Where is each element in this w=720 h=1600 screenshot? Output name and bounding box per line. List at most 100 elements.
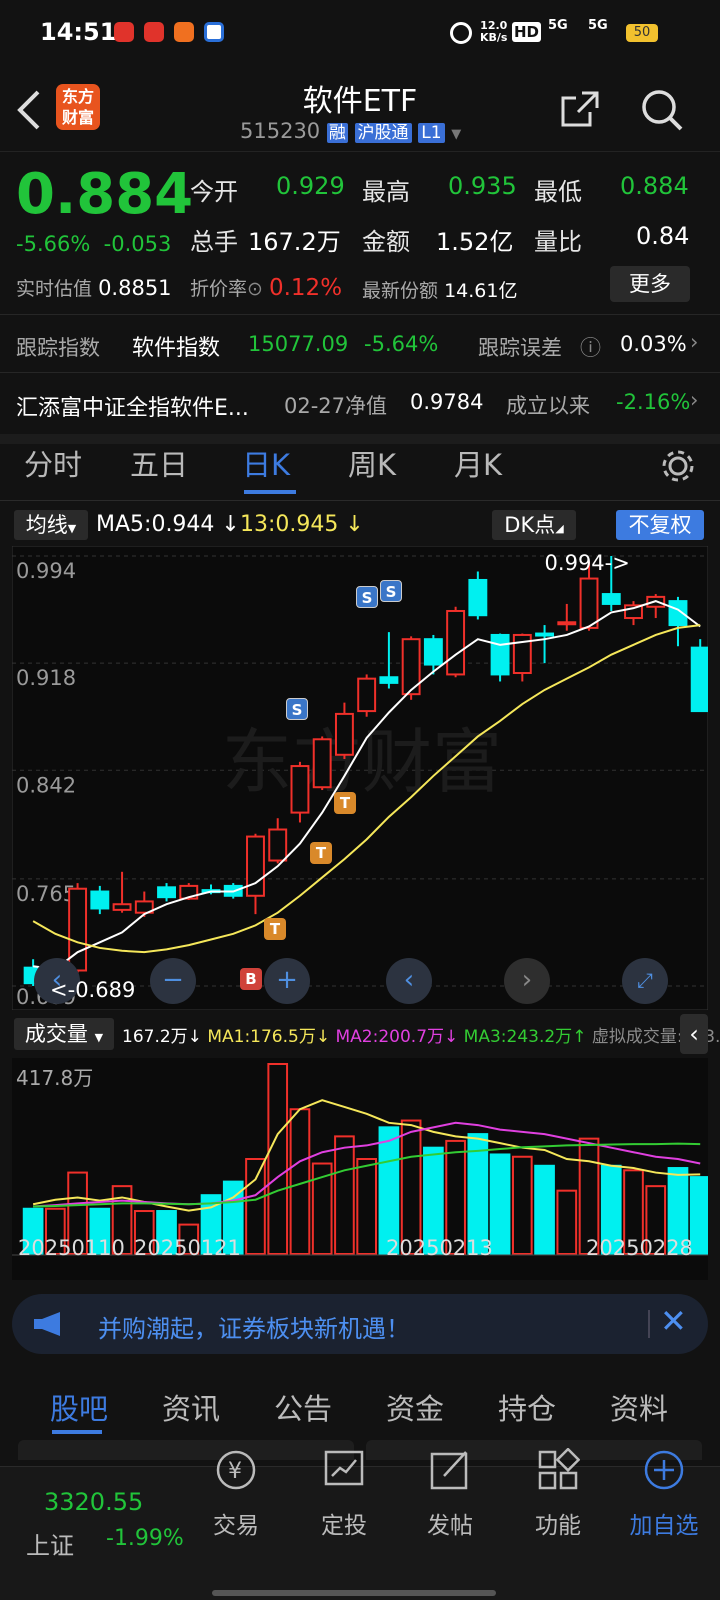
ma13-legend: 13:0.945 ↓: [240, 512, 364, 537]
low-label: 最低: [534, 178, 582, 206]
tab-weekly-k[interactable]: 周K: [348, 442, 396, 484]
zoom-in-icon[interactable]: +: [264, 958, 310, 1004]
date-tick: 20250228: [586, 1236, 693, 1260]
volume-max-label: 417.8万: [16, 1066, 94, 1090]
estimate-row: 实时估值 0.8851: [16, 274, 172, 301]
tracking-index-pct: -5.64%: [364, 332, 439, 356]
candle: [112, 903, 132, 911]
volume-legend: 167.2万↓ MA1:176.5万↓ MA2:200.7万↓ MA3:243.…: [122, 1022, 720, 1047]
candle: [490, 633, 510, 676]
share-row: 最新份额 14.61亿: [362, 276, 517, 303]
amount-label: 金额: [362, 228, 410, 256]
connect-tag: 沪股通: [354, 123, 412, 143]
pan-left-icon[interactable]: ‹: [386, 958, 432, 1004]
header: 东方 财富 软件ETF 515230 融 沪股通 L1 ▼: [0, 64, 720, 152]
candle: [312, 738, 332, 789]
home-indicator: [212, 1590, 496, 1596]
news-tabs: 股吧 资讯 公告 资金 持仓 资料: [0, 1366, 720, 1446]
fullscreen-icon[interactable]: ⤢: [622, 958, 668, 1004]
tab-capital[interactable]: 资金: [386, 1386, 444, 1428]
info-icon[interactable]: ⊙: [247, 278, 263, 300]
share-notification-icon: [174, 22, 194, 42]
candlestick-chart[interactable]: 0.9940.9180.8420.7650.689 东方财富 0.994->: [12, 546, 708, 1010]
tab-holdings[interactable]: 持仓: [498, 1386, 556, 1428]
megaphone-icon: [34, 1312, 60, 1336]
post-button[interactable]: 发帖: [400, 1448, 500, 1540]
help-icon[interactable]: ⓘ: [580, 332, 601, 362]
functions-button[interactable]: 功能: [508, 1447, 608, 1540]
candle: [690, 646, 708, 713]
banner-text: 并购潮起，证券板块新机遇！: [98, 1315, 410, 1343]
zoom-out-icon[interactable]: −: [150, 958, 196, 1004]
t-signal[interactable]: T: [264, 918, 286, 940]
tracking-error-value: 0.03%: [620, 332, 687, 356]
settings-gear-icon[interactable]: [660, 448, 696, 484]
volume-bar: [334, 1135, 355, 1255]
buy-signal[interactable]: B: [240, 968, 262, 990]
candle: [557, 621, 577, 626]
adjust-type-button[interactable]: 不复权: [616, 510, 704, 540]
pan-right-icon[interactable]: ›: [504, 958, 550, 1004]
dk-point-button[interactable]: DK点◢: [492, 510, 576, 540]
stock-code-line[interactable]: 515230 融 沪股通 L1 ▼: [240, 118, 461, 143]
estimate-value: 0.8851: [98, 276, 172, 300]
max-price-label: 0.994->: [545, 551, 630, 575]
volume-bar: [534, 1164, 555, 1255]
tab-monthly-k[interactable]: 月K: [454, 442, 502, 484]
t-signal[interactable]: T: [334, 792, 356, 814]
index-name[interactable]: 上证: [26, 1526, 74, 1561]
status-bar: 14:51 12.0 KB/s HD 5G 5G 50: [0, 0, 720, 64]
fixed-invest-button[interactable]: 定投: [294, 1448, 394, 1540]
tab-five-day[interactable]: 五日: [130, 442, 188, 484]
tab-announcements[interactable]: 公告: [274, 1386, 332, 1428]
since-value: -2.16%: [616, 390, 691, 414]
candle: [290, 765, 310, 814]
fund-info-row[interactable]: 汇添富中证全指软件E... 02-27净值 0.9784 成立以来 -2.16%…: [0, 376, 720, 432]
close-icon[interactable]: ✕: [660, 1302, 687, 1340]
y-tick-label: 0.918: [16, 666, 76, 690]
collapse-icon[interactable]: ‹: [680, 1014, 708, 1054]
ma-select[interactable]: 均线▼: [14, 510, 88, 540]
t-signal[interactable]: T: [310, 842, 332, 864]
clock: 14:51: [40, 18, 117, 46]
divider: [0, 314, 720, 315]
level-tag: L1: [418, 123, 445, 143]
add-watchlist-button[interactable]: 加自选: [614, 1448, 714, 1540]
promo-banner[interactable]: 并购潮起，证券板块新机遇！ ✕: [12, 1294, 708, 1354]
search-icon[interactable]: [640, 88, 684, 132]
chart-icon: [324, 1450, 364, 1486]
stock-code: 515230: [240, 119, 321, 143]
tracking-error-label: 跟踪误差: [478, 336, 562, 360]
ma5-legend: MA5:0.944 ↓: [96, 512, 240, 537]
sell-signal[interactable]: S: [356, 586, 378, 608]
vma3-legend: MA3:243.2万: [463, 1027, 573, 1047]
estimate-label: 实时估值: [16, 278, 93, 300]
price-change: -5.66% -0.053: [16, 232, 171, 256]
tab-forum[interactable]: 股吧: [50, 1386, 108, 1428]
volume-label: 总手: [190, 228, 238, 256]
tab-daily-k[interactable]: 日K: [242, 442, 290, 484]
volume-bar: [267, 1063, 289, 1255]
tracking-index-row[interactable]: 跟踪指数 软件指数 15077.09 -5.64% 跟踪误差 ⓘ 0.03% ›: [0, 318, 720, 374]
candle: [601, 593, 621, 605]
volume-bar: [378, 1126, 400, 1255]
discount-value: 0.12%: [268, 275, 343, 301]
since-label: 成立以来: [506, 394, 590, 418]
tab-news[interactable]: 资讯: [162, 1386, 220, 1428]
date-tick: 20250110: [18, 1236, 125, 1260]
more-button[interactable]: 更多: [610, 266, 690, 302]
hd-icon: HD: [512, 22, 542, 42]
volume-select[interactable]: 成交量 ▼: [14, 1018, 114, 1050]
app-notification-icon: [114, 22, 134, 42]
divider: [648, 1310, 650, 1338]
sell-signal[interactable]: S: [286, 698, 308, 720]
tab-intraday[interactable]: 分时: [24, 442, 82, 484]
trade-button[interactable]: ¥ 交易: [186, 1448, 286, 1540]
index-pct: -1.99%: [106, 1526, 184, 1551]
margin-tag: 融: [326, 123, 348, 143]
bank-notification-icon: [204, 22, 224, 42]
sell-signal[interactable]: S: [380, 580, 402, 602]
tab-profile[interactable]: 资料: [610, 1386, 668, 1428]
yen-icon: ¥: [216, 1450, 256, 1490]
share-icon[interactable]: [560, 90, 600, 128]
